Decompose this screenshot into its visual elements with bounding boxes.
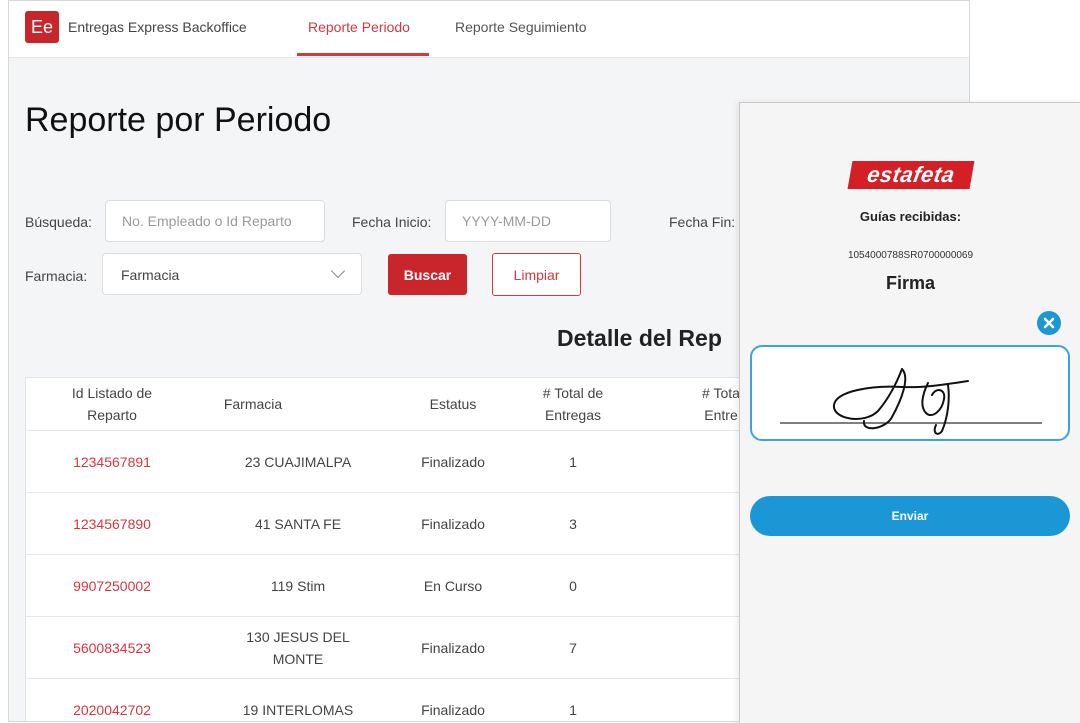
app-logo[interactable]: Ee [25,11,59,43]
row-pharmacy: 23 CUAJIMALPA [244,454,352,470]
row-pharmacy: 41 SANTA FE [254,516,342,532]
row-total: 3 [569,516,577,532]
pharmacy-label: Farmacia: [25,268,88,284]
row-pharmacy: 19 INTERLOMAS [242,702,354,718]
firma-label: Firma [885,273,936,293]
row-status: Finalizado [421,516,485,532]
row-pharmacy: 130 JESUS DEL MONTE [246,629,350,667]
tab-reporte-seguimiento[interactable]: Reporte Seguimiento [455,19,587,35]
row-status: Finalizado [421,702,485,718]
search-input[interactable] [105,200,325,242]
signature-pad[interactable] [750,345,1070,441]
start-date-input[interactable] [445,200,611,242]
clear-button[interactable]: Limpiar [492,253,581,296]
search-label: Búsqueda: [25,214,92,230]
row-id-link[interactable]: 2020042702 [26,679,198,721]
chevron-down-icon [330,263,346,279]
guias-label: Guías recibidas: [859,209,962,224]
row-id-link[interactable]: 9907250002 [26,555,198,617]
clear-signature-button[interactable] [1037,311,1061,335]
row-status: En Curso [423,578,483,594]
pharmacy-select-value: Farmacia [121,267,180,283]
row-id-link[interactable]: 1234567890 [26,493,198,555]
end-date-label: Fecha Fin: [669,214,736,230]
column-header-pharmacy: Farmacia [223,396,283,412]
row-status: Finalizado [421,640,485,656]
signature-panel: estafeta Guías recibidas: 1054000788SR07… [739,102,1080,723]
start-date-label: Fecha Inicio: [352,214,432,230]
row-id-link[interactable]: 1234567891 [26,431,198,493]
row-total: 1 [569,454,577,470]
signature-stroke [780,368,1042,435]
column-header-id: Id Listado de Reparto [71,385,153,423]
column-header-status: Estatus [429,396,477,412]
row-pharmacy: 119 Stim [270,578,326,594]
search-button[interactable]: Buscar [388,254,467,295]
app-title: Entregas Express Backoffice [68,19,247,35]
row-total: 7 [569,640,577,656]
send-button[interactable]: Enviar [750,496,1070,536]
pharmacy-select[interactable]: Farmacia [102,253,362,295]
page-title: Reporte por Periodo [25,101,332,139]
row-total: 1 [569,702,577,718]
row-id-link[interactable]: 5600834523 [26,617,198,679]
column-header-total: # Total de Entregas [542,385,604,423]
row-total: 0 [569,578,577,594]
guia-number: 1054000788SR0700000069 [847,250,974,261]
estafeta-logo: estafeta [847,161,975,189]
tab-reporte-periodo[interactable]: Reporte Periodo [308,19,410,35]
top-navbar: Ee Entregas Express Backoffice Reporte P… [9,1,969,58]
report-section-title: Detalle del Rep [557,325,722,351]
close-icon [1043,317,1055,329]
row-status: Finalizado [421,454,485,470]
active-tab-indicator [297,53,429,56]
